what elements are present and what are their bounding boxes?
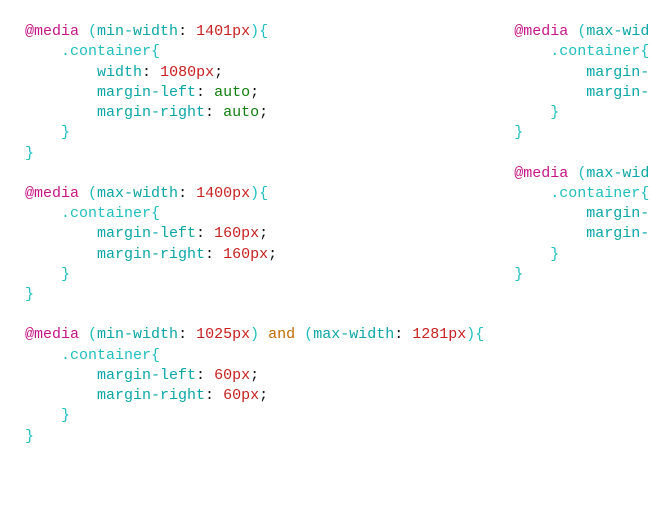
code-viewport: @media (min-width: 1401px){ .container{ …: [0, 0, 650, 469]
media-block-4: @media (max-width: 1024px){ .container{ …: [514, 22, 650, 144]
right-column: @media (max-width: 1024px){ .container{ …: [514, 22, 650, 447]
media-block-2: @media (max-width: 1400px){ .container{ …: [25, 184, 484, 306]
at-media: @media: [25, 23, 79, 40]
media-block-1: @media (min-width: 1401px){ .container{ …: [25, 22, 484, 164]
media-block-5: @media (max-width: 500px){ .container{ m…: [514, 164, 650, 286]
selector: .container: [61, 43, 151, 60]
left-column: @media (min-width: 1401px){ .container{ …: [25, 22, 484, 447]
and-keyword: and: [268, 326, 295, 343]
media-block-3: @media (min-width: 1025px) and (max-widt…: [25, 325, 484, 447]
